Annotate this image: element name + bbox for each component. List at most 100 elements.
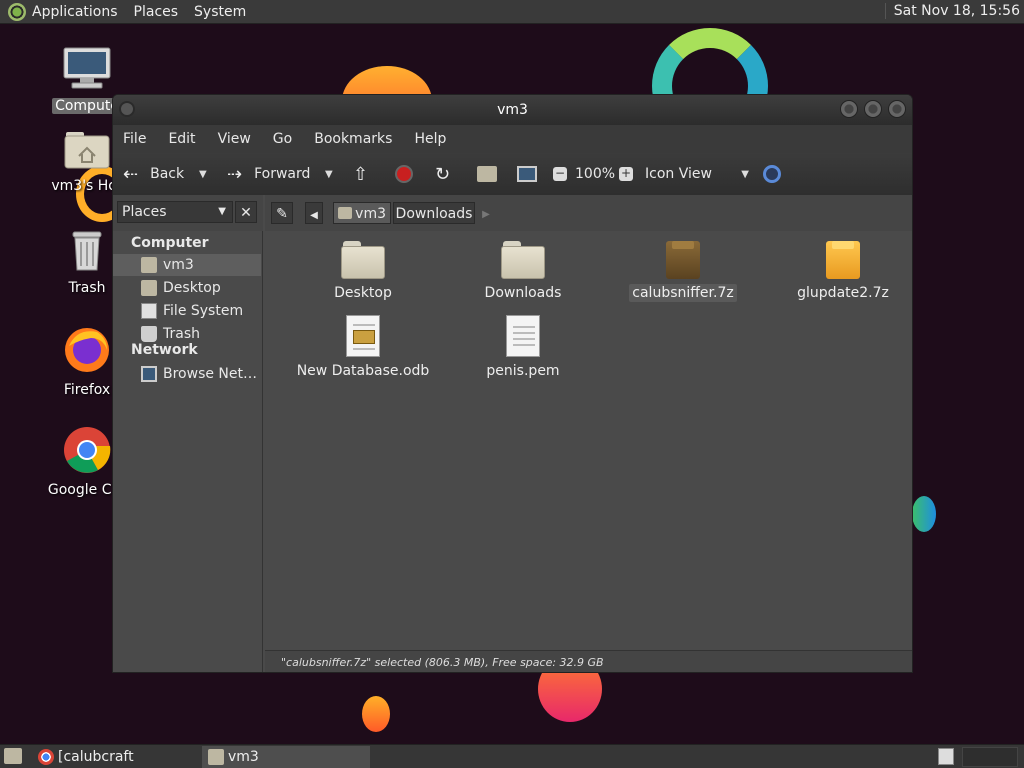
sidebar-pane-label: Places	[122, 204, 167, 220]
stop-button[interactable]	[395, 153, 413, 195]
chevron-left-icon: ◀	[310, 210, 318, 221]
home-button[interactable]	[477, 153, 497, 195]
wallpaper-blob	[912, 496, 936, 532]
home-icon	[338, 207, 352, 219]
search-icon	[763, 165, 781, 183]
sidebar-item-label: File System	[163, 303, 244, 319]
edit-icon: ✎	[276, 206, 288, 222]
text-document-icon	[506, 315, 540, 357]
menu-bookmarks[interactable]: Bookmarks	[314, 131, 392, 147]
distro-logo-icon[interactable]	[8, 2, 26, 21]
file-name: New Database.odb	[296, 363, 430, 379]
toggle-location-entry-button[interactable]: ✎	[271, 202, 293, 224]
forward-arrow-icon: ⇢	[227, 163, 243, 185]
wallpaper-blob	[362, 696, 390, 732]
file-item-glupdate2[interactable]: glupdate2.7z	[763, 241, 912, 301]
sidebar-item-label: vm3	[163, 257, 194, 273]
back-history-dropdown[interactable]: ▼	[199, 153, 207, 195]
forward-label: Forward	[254, 166, 311, 182]
forward-history-dropdown[interactable]: ▼	[325, 153, 333, 195]
location-bar: ✎ ◀ vm3 Downloads ▶	[265, 195, 912, 231]
window-menu-icon[interactable]	[119, 101, 135, 117]
menu-file[interactable]: File	[123, 131, 146, 147]
view-mode-label: Icon View	[645, 166, 712, 182]
folder-icon	[501, 241, 545, 279]
computer-icon	[42, 46, 132, 94]
breadcrumb-label: vm3	[355, 206, 386, 222]
close-sidebar-button[interactable]: ✕	[235, 201, 257, 223]
menu-view[interactable]: View	[218, 131, 251, 147]
chevron-right-icon: ▶	[482, 209, 490, 220]
chrome-icon	[38, 749, 54, 765]
desktop-icon-label: Firefox	[63, 382, 111, 398]
file-name: penis.pem	[486, 363, 560, 379]
breadcrumb-downloads[interactable]: Downloads	[393, 202, 475, 224]
zoom-out-button[interactable]: −	[553, 153, 567, 195]
zoom-level[interactable]: 100%	[575, 153, 615, 195]
taskbar-item-label: [calubcraft directory…	[58, 749, 134, 765]
sidebar-item-desktop[interactable]: Desktop	[113, 277, 261, 299]
applications-menu[interactable]: Applications	[32, 4, 118, 20]
folder-icon	[208, 749, 224, 765]
clock[interactable]: Sat Nov 18, 15:56	[884, 3, 1020, 19]
system-menu[interactable]: System	[194, 4, 246, 20]
forward-button[interactable]: ⇢ Forward	[227, 153, 310, 195]
close-icon: ✕	[240, 205, 252, 221]
folder-icon	[341, 241, 385, 279]
file-item-pem[interactable]: penis.pem	[443, 315, 603, 379]
file-icon-view: Desktop Downloads calubsniffer.7z glupda…	[265, 231, 912, 650]
file-name: Desktop	[334, 285, 392, 301]
zoom-level-label: 100%	[575, 166, 616, 182]
chevron-down-icon: ▼	[218, 206, 226, 217]
sidebar-item-browse-network[interactable]: Browse Net…	[113, 363, 261, 385]
up-button[interactable]: ⇧	[353, 153, 368, 195]
sidebar-item-label: Browse Net…	[163, 366, 258, 382]
reload-icon: ↻	[435, 163, 451, 185]
sidebar-category-network: Network	[131, 342, 198, 358]
trash-icon	[141, 326, 157, 342]
breadcrumb-label: Downloads	[395, 206, 473, 222]
menu-help[interactable]: Help	[414, 131, 446, 147]
workspace-switcher-2[interactable]	[962, 747, 1018, 767]
desktop-icon-label: Trash	[68, 280, 106, 296]
file-name: glupdate2.7z	[797, 285, 889, 301]
file-item-downloads[interactable]: Downloads	[443, 241, 603, 301]
taskbar-item-vm3[interactable]: vm3	[202, 746, 370, 768]
breadcrumb-scroll-right[interactable]: ▶	[479, 202, 493, 224]
file-name: calubsniffer.7z	[629, 284, 737, 302]
toolbar: ⇠ Back ▼ ⇢ Forward ▼ ⇧ ↻ − 100% + Icon V…	[113, 153, 912, 195]
close-button[interactable]	[888, 100, 906, 118]
reload-button[interactable]: ↻	[435, 153, 450, 195]
status-bar: "calubsniffer.7z" selected (806.3 MB), F…	[265, 650, 912, 672]
menu-go[interactable]: Go	[273, 131, 292, 147]
search-button[interactable]	[763, 153, 781, 195]
view-mode-select[interactable]: Icon View ▼	[645, 153, 749, 195]
back-button[interactable]: ⇠ Back	[123, 153, 184, 195]
sidebar-item-file-system[interactable]: File System	[113, 300, 261, 322]
sidebar-item-vm3[interactable]: vm3	[113, 254, 261, 276]
home-icon	[141, 257, 157, 273]
minimize-button[interactable]	[840, 100, 858, 118]
file-item-new-database[interactable]: New Database.odb	[283, 315, 443, 379]
window-titlebar[interactable]: vm3	[113, 95, 912, 125]
breadcrumb-scroll-left[interactable]: ◀	[305, 202, 323, 224]
up-arrow-icon: ⇧	[353, 163, 369, 185]
desktop-folder-icon	[141, 280, 157, 296]
zoom-in-button[interactable]: +	[619, 153, 633, 195]
menu-edit[interactable]: Edit	[168, 131, 195, 147]
sidebar-pane-select[interactable]: Places ▼	[117, 201, 233, 223]
show-desktop-icon[interactable]	[4, 748, 22, 764]
database-document-icon	[346, 315, 380, 357]
zoom-in-icon: +	[619, 166, 633, 181]
taskbar-item-chrome[interactable]: [calubcraft directory…	[32, 746, 202, 768]
workspace-switcher[interactable]	[938, 748, 954, 765]
file-item-desktop[interactable]: Desktop	[283, 241, 443, 301]
breadcrumb-vm3[interactable]: vm3	[333, 202, 391, 224]
chevron-down-icon: ▼	[199, 168, 207, 180]
maximize-button[interactable]	[864, 100, 882, 118]
top-panel: Applications Places System Sat Nov 18, 1…	[0, 0, 1024, 24]
places-menu[interactable]: Places	[134, 4, 179, 20]
file-item-calubsniffer[interactable]: calubsniffer.7z	[603, 241, 763, 302]
taskbar-item-label: vm3	[228, 749, 259, 765]
computer-button[interactable]	[517, 153, 537, 195]
